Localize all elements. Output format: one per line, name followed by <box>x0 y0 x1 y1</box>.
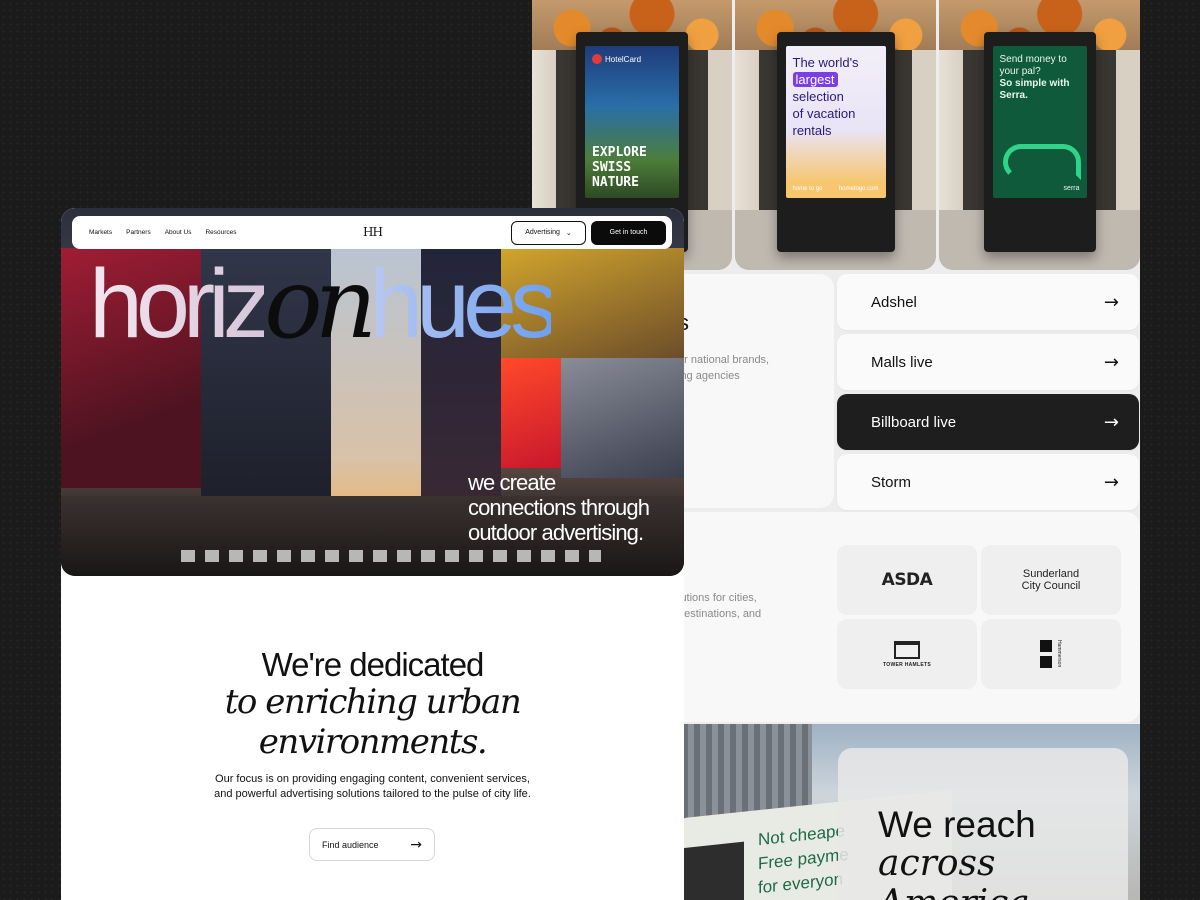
ad-serra: Send money to your pal? So simple with S… <box>992 46 1087 198</box>
mission-heading: We're dedicated <box>261 646 485 683</box>
menu-item-malls-live[interactable]: Malls live → <box>837 334 1139 390</box>
billboard-photo-serra: Send money to your pal? So simple with S… <box>939 0 1140 270</box>
nav-link-resources[interactable]: Resources <box>205 229 236 236</box>
reach-card: We reach across America <box>838 748 1128 900</box>
hero-subtitle: we create connections through outdoor ad… <box>468 470 650 545</box>
menu-item-billboard-live[interactable]: Billboard live → <box>837 394 1139 450</box>
arrow-right-icon: → <box>1103 291 1119 313</box>
mission-section: We're dedicated to enriching urban envir… <box>61 580 684 900</box>
serra-swoosh-icon <box>1002 144 1081 180</box>
mission-body: Our focus is on providing engaging conte… <box>214 773 531 800</box>
arrow-right-icon: → <box>1103 471 1119 493</box>
ad-hotelcard: HotelCard EXPLORE SWISS NATURE <box>585 46 679 198</box>
top-navigation: Markets Partners About Us Resources HH A… <box>72 216 672 249</box>
sunderland-logo: Sunderland City Council <box>981 545 1121 615</box>
chevron-down-icon: ⌄ <box>565 229 572 237</box>
mission-italic-heading: to enriching urban environments. <box>224 682 522 762</box>
product-menu: Adshel → Malls live → Billboard live → Stor… <box>837 274 1139 514</box>
menu-item-storm[interactable]: Storm → <box>837 454 1139 510</box>
hero-title: horizonhues <box>89 247 558 360</box>
asda-logo: ASDA <box>837 545 977 615</box>
get-in-touch-button[interactable]: Get in touch <box>591 220 666 245</box>
hammerson-logo: Hammerson <box>981 619 1121 689</box>
reach-heading: We reach <box>878 804 1036 845</box>
arrow-right-icon: → <box>410 836 422 853</box>
advertising-dropdown[interactable]: Advertising ⌄ <box>511 220 586 245</box>
nav-link-markets[interactable]: Markets <box>89 229 112 236</box>
hotelcard-logo-icon <box>592 54 602 64</box>
nav-link-about-us[interactable]: About Us <box>165 229 192 236</box>
billboard-photo-hometogo: The world's largest selection of vacatio… <box>735 0 936 270</box>
arrow-right-icon: → <box>1103 411 1119 433</box>
arrow-right-icon: → <box>1103 351 1119 373</box>
tower-hamlets-logo: TOWER HAMLETS <box>837 619 977 689</box>
site-logo[interactable]: HH <box>363 225 383 239</box>
nav-link-partners[interactable]: Partners <box>126 229 151 236</box>
tower-hamlets-icon <box>894 640 920 659</box>
hero-section: Markets Partners About Us Resources HH A… <box>61 208 684 576</box>
landing-page-card: Markets Partners About Us Resources HH A… <box>61 208 684 900</box>
menu-item-adshel[interactable]: Adshel → <box>837 274 1139 330</box>
ad-hometogo: The world's largest selection of vacatio… <box>785 46 886 198</box>
find-audience-button[interactable]: Find audience → <box>309 828 435 861</box>
